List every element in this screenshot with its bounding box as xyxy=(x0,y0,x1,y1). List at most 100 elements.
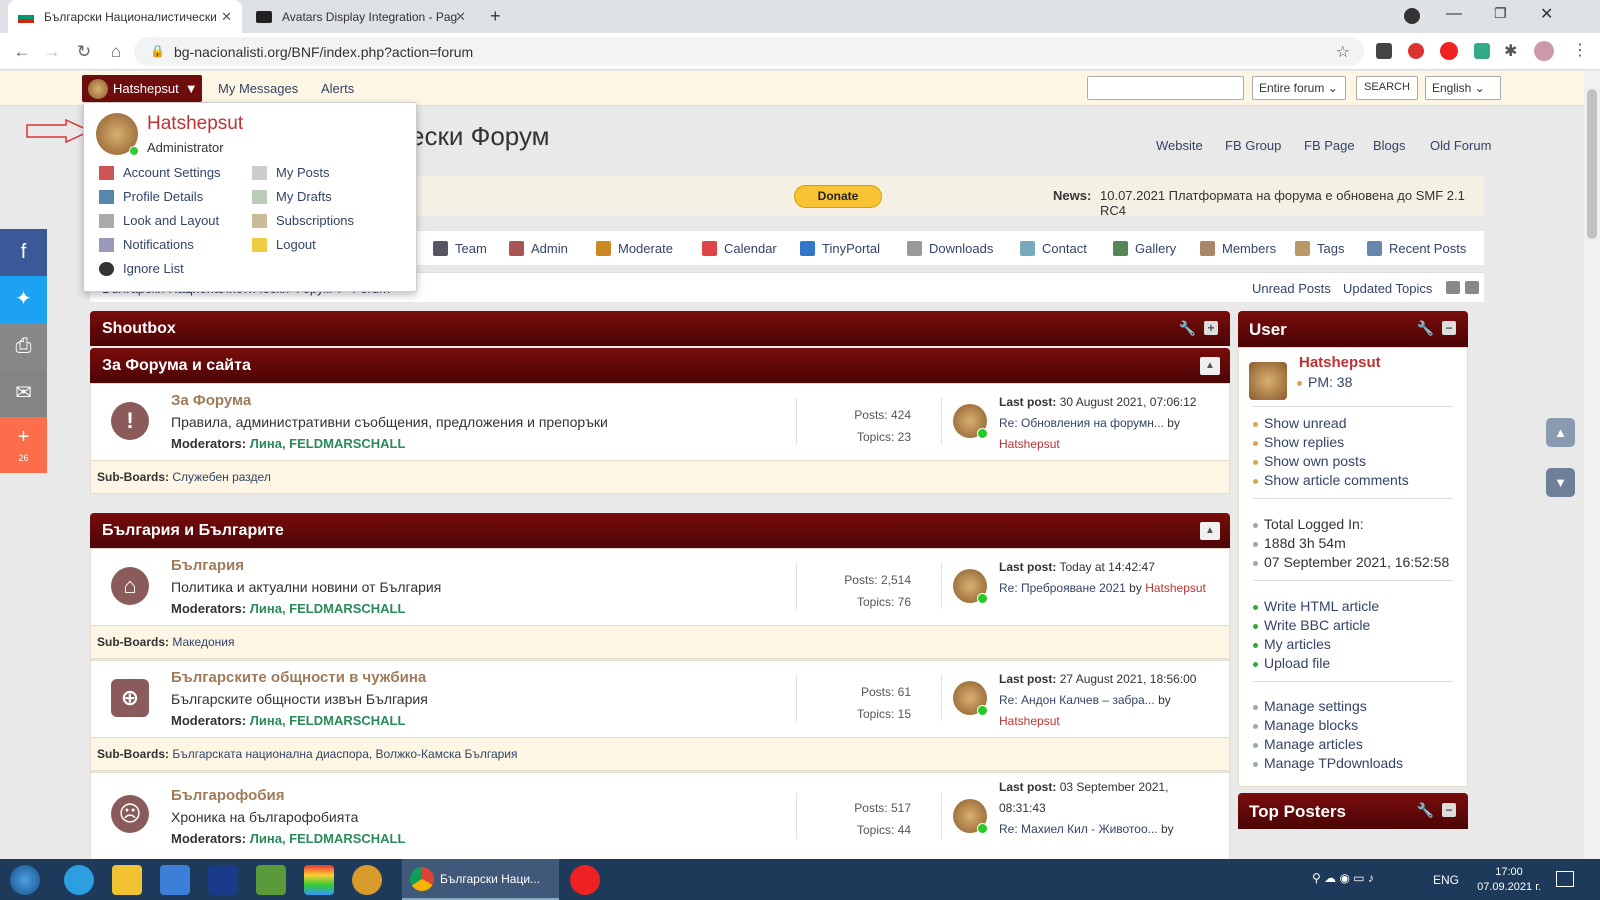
collapse-category-icon[interactable]: ▲ xyxy=(1200,357,1220,375)
close-tab-icon[interactable]: ✕ xyxy=(455,9,466,25)
my-messages-link[interactable]: My Messages xyxy=(218,81,298,96)
nav-tinyportal[interactable]: TinyPortal xyxy=(800,241,880,256)
unread-posts-link[interactable]: Unread Posts xyxy=(1252,281,1331,296)
nav-recent-posts[interactable]: Recent Posts xyxy=(1367,241,1466,256)
collapse-category-icon[interactable]: ▲ xyxy=(1200,522,1220,540)
new-tab-button[interactable]: + xyxy=(490,6,501,27)
facebook-share-icon[interactable]: f xyxy=(0,229,47,276)
subscriptions-item[interactable]: Subscriptions xyxy=(252,213,354,228)
mods-names[interactable]: Лина, FELDMARSCHALL xyxy=(250,601,406,616)
my-posts-item[interactable]: My Posts xyxy=(252,165,329,180)
search-input[interactable] xyxy=(1087,76,1244,100)
address-bar[interactable]: 🔒 bg-nacionalisti.org/BNF/index.php?acti… xyxy=(134,37,1364,66)
board-title[interactable]: Българските общности в чужбина xyxy=(171,669,426,686)
nav-tags[interactable]: Tags xyxy=(1295,241,1344,256)
last-post-user[interactable]: Hatshepsut xyxy=(999,437,1060,451)
opera-extension-icon[interactable] xyxy=(1440,42,1458,60)
show-own-posts-link[interactable]: Show own posts xyxy=(1253,453,1366,469)
tab-inactive[interactable]: Avatars Display Integration - Pag ✕ xyxy=(246,0,476,33)
manage-tpdownloads-link[interactable]: Manage TPdownloads xyxy=(1253,755,1403,771)
more-share-button[interactable]: +26 xyxy=(0,417,47,473)
back-icon[interactable]: ← xyxy=(12,42,32,62)
show-article-comments-link[interactable]: Show article comments xyxy=(1253,472,1409,488)
last-poster-avatar[interactable] xyxy=(953,569,988,604)
last-poster-avatar[interactable] xyxy=(953,404,988,439)
nav-calendar[interactable]: Calendar xyxy=(702,241,777,256)
nav-downloads[interactable]: Downloads xyxy=(907,241,993,256)
scrollbar-thumb[interactable] xyxy=(1587,89,1597,239)
collapse-icon[interactable]: − xyxy=(1442,803,1456,817)
nav-moderate[interactable]: Moderate xyxy=(596,241,673,256)
board-title[interactable]: За Форума xyxy=(171,392,251,409)
last-poster-avatar[interactable] xyxy=(953,681,988,716)
eye-app-icon[interactable] xyxy=(352,865,382,895)
forward-icon[interactable]: → xyxy=(42,42,62,62)
account-settings-item[interactable]: Account Settings xyxy=(99,165,221,180)
wrench-icon[interactable]: 🔧 xyxy=(1179,320,1196,337)
last-post-topic[interactable]: Re: Андон Калчев – забра... xyxy=(999,693,1155,707)
write-html-article-link[interactable]: Write HTML article xyxy=(1253,598,1379,614)
minimize-icon[interactable]: — xyxy=(1446,5,1462,23)
menu-kebab-icon[interactable]: ⋮ xyxy=(1572,40,1588,60)
pm-link[interactable]: PM: 38 xyxy=(1297,374,1352,390)
language-indicator[interactable]: ENG xyxy=(1433,873,1459,887)
opera-icon[interactable] xyxy=(570,865,600,895)
show-replies-link[interactable]: Show replies xyxy=(1253,434,1344,450)
profile-details-item[interactable]: Profile Details xyxy=(99,189,203,204)
board-title[interactable]: Българофобия xyxy=(171,787,285,804)
collapse-icon[interactable] xyxy=(1465,281,1479,294)
notifications-icon[interactable] xyxy=(1556,871,1574,887)
last-post-user[interactable]: Hatshepsut xyxy=(999,714,1060,728)
start-button-icon[interactable] xyxy=(10,865,40,895)
profile-avatar-icon[interactable] xyxy=(1534,41,1554,61)
old-forum-link[interactable]: Old Forum xyxy=(1430,138,1491,153)
tab-active[interactable]: Български Националистически ✕ xyxy=(8,0,242,33)
last-poster-avatar[interactable] xyxy=(953,799,988,834)
last-post-topic[interactable]: Re: Преброяване 2021 xyxy=(999,581,1126,595)
uk-flag-icon[interactable] xyxy=(208,865,238,895)
search-scope-select[interactable]: Entire forum ⌄ xyxy=(1252,76,1346,100)
system-tray-icons[interactable]: ⚲ ☁ ◉ ▭ ♪ xyxy=(1312,871,1374,885)
mail-icon[interactable] xyxy=(160,865,190,895)
twitter-share-icon[interactable]: ✦ xyxy=(0,276,47,323)
logout-item[interactable]: Logout xyxy=(252,237,316,252)
last-post-topic[interactable]: Re: Махиел Кил - Животоо... xyxy=(999,822,1158,836)
puzzle-extensions-icon[interactable]: ✱ xyxy=(1504,41,1517,61)
collapse-icon[interactable] xyxy=(1446,281,1460,294)
blogs-link[interactable]: Blogs xyxy=(1373,138,1406,153)
dropdown-username[interactable]: Hatshepsut xyxy=(147,113,243,135)
taskbar-clock[interactable]: 17:00 07.09.2021 г. xyxy=(1474,865,1544,895)
manage-articles-link[interactable]: Manage articles xyxy=(1253,736,1363,752)
extension-icon[interactable] xyxy=(1376,43,1392,59)
search-button[interactable]: SEARCH xyxy=(1356,76,1418,100)
sub-board-link[interactable]: Българската национална диаспора, Волжко-… xyxy=(172,747,517,761)
manage-settings-link[interactable]: Manage settings xyxy=(1253,698,1367,714)
write-bbc-article-link[interactable]: Write BBC article xyxy=(1253,617,1370,633)
upload-file-link[interactable]: Upload file xyxy=(1253,655,1330,671)
my-articles-link[interactable]: My articles xyxy=(1253,636,1331,652)
page-scrollbar[interactable] xyxy=(1584,71,1600,859)
file-explorer-icon[interactable] xyxy=(112,865,142,895)
show-unread-link[interactable]: Show unread xyxy=(1253,415,1347,431)
nav-team[interactable]: Team xyxy=(433,241,487,256)
bookmark-star-icon[interactable]: ☆ xyxy=(1336,42,1350,62)
mods-names[interactable]: Лина, FELDMARSCHALL xyxy=(250,831,406,846)
close-tab-icon[interactable]: ✕ xyxy=(221,9,232,25)
wrench-icon[interactable]: 🔧 xyxy=(1417,320,1434,337)
fb-group-link[interactable]: FB Group xyxy=(1225,138,1281,153)
user-panel-avatar[interactable] xyxy=(1249,362,1287,400)
rainbow-app-icon[interactable] xyxy=(304,865,334,895)
last-post-topic[interactable]: Re: Обновления на форумн... xyxy=(999,416,1164,430)
mods-names[interactable]: Лина, FELDMARSCHALL xyxy=(250,436,406,451)
user-menu-button[interactable]: Hatshepsut ▼ xyxy=(82,75,202,102)
donate-button[interactable]: Donate xyxy=(794,185,882,208)
ignore-list-item[interactable]: Ignore List xyxy=(99,261,184,276)
alerts-link[interactable]: Alerts xyxy=(321,81,354,96)
nav-gallery[interactable]: Gallery xyxy=(1113,241,1176,256)
manage-blocks-link[interactable]: Manage blocks xyxy=(1253,717,1358,733)
expand-icon[interactable]: + xyxy=(1204,321,1218,335)
fb-page-link[interactable]: FB Page xyxy=(1304,138,1355,153)
edge-icon[interactable] xyxy=(64,865,94,895)
scroll-down-button[interactable]: ▼ xyxy=(1546,468,1575,497)
email-share-icon[interactable]: ✉ xyxy=(0,370,47,417)
